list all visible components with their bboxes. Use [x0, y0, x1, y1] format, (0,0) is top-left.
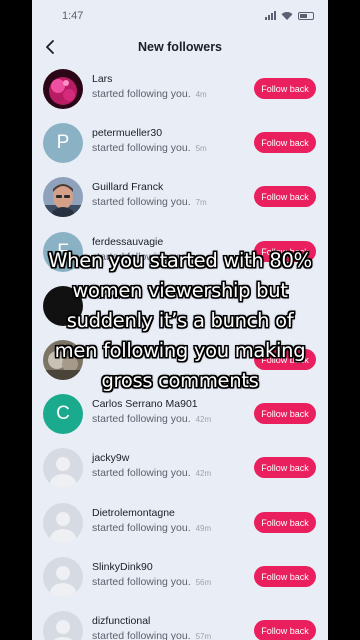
avatar-initial: C: [56, 403, 70, 424]
default-avatar-icon: [43, 503, 83, 543]
battery-icon: [298, 11, 314, 20]
follower-activity: started following you. 57m: [92, 630, 211, 640]
follower-activity: started following you. 49m: [92, 522, 211, 534]
follower-name[interactable]: Carlos Serrano Ma901: [92, 398, 198, 410]
follower-row[interactable]: jacky9w started following you. 42m Follo…: [32, 442, 328, 496]
status-bar: 1:47: [32, 0, 328, 32]
follower-activity: started following you. 4m: [92, 88, 207, 100]
follower-row[interactable]: Dietrolemontagne started following you. …: [32, 497, 328, 551]
time-ago: 57m: [195, 632, 212, 640]
follower-name[interactable]: petermueller30: [92, 127, 162, 139]
time-ago: 42m: [195, 469, 212, 478]
status-time: 1:47: [62, 10, 84, 22]
caption-line: gross comments: [101, 369, 259, 392]
follow-back-button[interactable]: Follow back: [254, 132, 316, 153]
avatar-initial: P: [56, 132, 70, 153]
follow-back-button[interactable]: Follow back: [254, 566, 316, 587]
follower-row[interactable]: SlinkyDink90 started following you. 56m …: [32, 551, 328, 605]
activity-text: started following you.: [92, 196, 191, 208]
caption-line: suddenly it’s a bunch of: [66, 309, 294, 332]
follower-row[interactable]: Lars started following you. 4m Follow ba…: [32, 63, 328, 117]
activity-text: started following you.: [92, 630, 191, 640]
time-ago: 42m: [195, 415, 212, 424]
activity-text: started following you.: [92, 413, 191, 425]
activity-text: started following you.: [92, 142, 191, 154]
status-icons: [265, 11, 314, 20]
follower-row[interactable]: C Carlos Serrano Ma901 started following…: [32, 388, 328, 442]
follower-name[interactable]: Lars: [92, 73, 112, 85]
avatar[interactable]: [43, 611, 83, 640]
avatar[interactable]: P: [43, 123, 83, 163]
follower-row[interactable]: dizfunctional started following you. 57m…: [32, 605, 328, 640]
follower-activity: started following you. 42m: [92, 413, 211, 425]
follow-back-button[interactable]: Follow back: [254, 512, 316, 533]
time-ago: 5m: [195, 144, 207, 153]
follower-name[interactable]: jacky9w: [92, 452, 129, 464]
follower-name[interactable]: Guillard Franck: [92, 181, 163, 193]
avatar[interactable]: [43, 448, 83, 488]
avatar[interactable]: [43, 69, 83, 109]
signal-icon: [265, 11, 276, 20]
follow-back-button[interactable]: Follow back: [254, 620, 316, 640]
follower-activity: started following you. 56m: [92, 576, 211, 588]
avatar[interactable]: C: [43, 394, 83, 434]
time-ago: 49m: [195, 524, 212, 533]
avatar[interactable]: [43, 557, 83, 597]
default-avatar-icon: [43, 557, 83, 597]
follower-name[interactable]: Dietrolemontagne: [92, 507, 175, 519]
avatar[interactable]: [43, 177, 83, 217]
page-title: New followers: [137, 40, 223, 54]
video-caption-overlay: When you started with 80% women viewersh…: [0, 246, 360, 396]
activity-text: started following you.: [92, 467, 191, 479]
time-ago: 56m: [195, 578, 212, 587]
follower-activity: started following you. 42m: [92, 467, 211, 479]
follow-back-button[interactable]: Follow back: [254, 403, 316, 424]
activity-text: started following you.: [92, 88, 191, 100]
follow-back-button[interactable]: Follow back: [254, 457, 316, 478]
avatar[interactable]: [43, 503, 83, 543]
avatar-photo: [43, 177, 83, 217]
header: New followers: [32, 32, 328, 62]
caption-line: When you started with 80%: [48, 249, 312, 272]
follow-back-button[interactable]: Follow back: [254, 78, 316, 99]
default-avatar-icon: [43, 611, 83, 640]
follower-name[interactable]: dizfunctional: [92, 615, 150, 627]
activity-text: started following you.: [92, 576, 191, 588]
follower-row[interactable]: Guillard Franck started following you. 7…: [32, 171, 328, 225]
time-ago: 4m: [195, 90, 207, 99]
follower-activity: started following you. 7m: [92, 196, 207, 208]
default-avatar-icon: [43, 448, 83, 488]
time-ago: 7m: [195, 198, 207, 207]
follower-name[interactable]: SlinkyDink90: [92, 561, 153, 573]
caption-line: men following you making: [54, 339, 306, 362]
activity-text: started following you.: [92, 522, 191, 534]
follower-activity: started following you. 5m: [92, 142, 207, 154]
follower-row[interactable]: P petermueller30 started following you. …: [32, 117, 328, 171]
avatar-photo: [43, 69, 83, 109]
wifi-icon: [281, 12, 293, 20]
follow-back-button[interactable]: Follow back: [254, 186, 316, 207]
caption-line: women viewership but: [72, 279, 288, 302]
